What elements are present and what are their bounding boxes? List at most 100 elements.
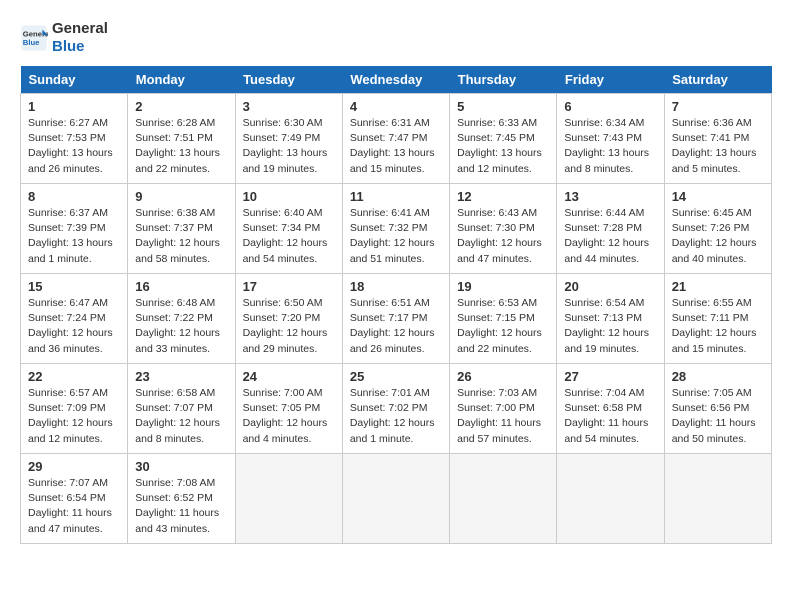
- day-number: 4: [350, 99, 442, 114]
- calendar-cell: 8Sunrise: 6:37 AMSunset: 7:39 PMDaylight…: [21, 184, 128, 274]
- day-detail: Sunrise: 6:30 AMSunset: 7:49 PMDaylight:…: [243, 116, 335, 177]
- calendar-cell: [235, 454, 342, 544]
- day-detail: Sunrise: 6:45 AMSunset: 7:26 PMDaylight:…: [672, 206, 764, 267]
- day-number: 7: [672, 99, 764, 114]
- calendar-cell: [342, 454, 449, 544]
- day-detail: Sunrise: 6:34 AMSunset: 7:43 PMDaylight:…: [564, 116, 656, 177]
- day-number: 10: [243, 189, 335, 204]
- calendar-cell: 12 Sunrise: 6:43 AMSunset: 7:30 PMDayligh…: [450, 184, 557, 274]
- day-number: 23: [135, 369, 227, 384]
- day-detail: Sunrise: 6:48 AMSunset: 7:22 PMDaylight:…: [135, 296, 227, 357]
- calendar-cell: 22Sunrise: 6:57 AMSunset: 7:09 PMDayligh…: [21, 364, 128, 454]
- day-detail: Sunrise: 6:43 AMSunset: 7:30 PMDaylight:…: [457, 206, 549, 267]
- day-detail: Sunrise: 6:57 AMSunset: 7:09 PMDaylight:…: [28, 386, 120, 447]
- col-header-sunday: Sunday: [21, 66, 128, 94]
- calendar-cell: 21 Sunrise: 6:55 AMSunset: 7:11 PMDayligh…: [664, 274, 771, 364]
- calendar-cell: 5 Sunrise: 6:33 AMSunset: 7:45 PMDaylight…: [450, 94, 557, 184]
- day-detail: Sunrise: 7:05 AMSunset: 6:56 PMDaylight:…: [672, 386, 764, 447]
- calendar-cell: 13Sunrise: 6:44 AMSunset: 7:28 PMDayligh…: [557, 184, 664, 274]
- day-number: 6: [564, 99, 656, 114]
- day-number: 26: [457, 369, 549, 384]
- day-number: 5: [457, 99, 549, 114]
- day-number: 27: [564, 369, 656, 384]
- calendar-table: SundayMondayTuesdayWednesdayThursdayFrid…: [20, 66, 772, 544]
- calendar-cell: 30 Sunrise: 7:08 AMSunset: 6:52 PMDayligh…: [128, 454, 235, 544]
- day-number: 2: [135, 99, 227, 114]
- day-number: 1: [28, 99, 120, 114]
- calendar-cell: 9Sunrise: 6:38 AMSunset: 7:37 PMDaylight…: [128, 184, 235, 274]
- svg-text:Blue: Blue: [23, 38, 40, 47]
- col-header-tuesday: Tuesday: [235, 66, 342, 94]
- calendar-cell: 3 Sunrise: 6:30 AMSunset: 7:49 PMDaylight…: [235, 94, 342, 184]
- day-number: 13: [564, 189, 656, 204]
- col-header-friday: Friday: [557, 66, 664, 94]
- day-number: 12: [457, 189, 549, 204]
- calendar-cell: 20 Sunrise: 6:54 AMSunset: 7:13 PMDayligh…: [557, 274, 664, 364]
- calendar-cell: 17 Sunrise: 6:50 AMSunset: 7:20 PMDayligh…: [235, 274, 342, 364]
- day-detail: Sunrise: 6:54 AMSunset: 7:13 PMDaylight:…: [564, 296, 656, 357]
- day-number: 15: [28, 279, 120, 294]
- day-detail: Sunrise: 6:47 AMSunset: 7:24 PMDaylight:…: [28, 296, 120, 357]
- day-detail: Sunrise: 6:40 AMSunset: 7:34 PMDaylight:…: [243, 206, 335, 267]
- calendar-cell: 16 Sunrise: 6:48 AMSunset: 7:22 PMDayligh…: [128, 274, 235, 364]
- day-number: 20: [564, 279, 656, 294]
- day-detail: Sunrise: 6:33 AMSunset: 7:45 PMDaylight:…: [457, 116, 549, 177]
- logo-text-line2: Blue: [52, 38, 108, 56]
- day-detail: Sunrise: 7:04 AMSunset: 6:58 PMDaylight:…: [564, 386, 656, 447]
- calendar-row: 22Sunrise: 6:57 AMSunset: 7:09 PMDayligh…: [21, 364, 772, 454]
- logo-icon: General Blue: [20, 24, 48, 52]
- day-detail: Sunrise: 7:01 AMSunset: 7:02 PMDaylight:…: [350, 386, 442, 447]
- calendar-cell: [557, 454, 664, 544]
- day-number: 3: [243, 99, 335, 114]
- logo: General Blue General Blue: [20, 20, 108, 56]
- calendar-cell: [450, 454, 557, 544]
- calendar-cell: 14 Sunrise: 6:45 AMSunset: 7:26 PMDayligh…: [664, 184, 771, 274]
- day-detail: Sunrise: 6:55 AMSunset: 7:11 PMDaylight:…: [672, 296, 764, 357]
- day-number: 16: [135, 279, 227, 294]
- calendar-cell: 23 Sunrise: 6:58 AMSunset: 7:07 PMDayligh…: [128, 364, 235, 454]
- calendar-cell: 15 Sunrise: 6:47 AMSunset: 7:24 PMDayligh…: [21, 274, 128, 364]
- day-number: 17: [243, 279, 335, 294]
- calendar-cell: 28Sunrise: 7:05 AMSunset: 6:56 PMDayligh…: [664, 364, 771, 454]
- col-header-thursday: Thursday: [450, 66, 557, 94]
- col-header-saturday: Saturday: [664, 66, 771, 94]
- day-detail: Sunrise: 6:31 AMSunset: 7:47 PMDaylight:…: [350, 116, 442, 177]
- column-headers: SundayMondayTuesdayWednesdayThursdayFrid…: [21, 66, 772, 94]
- calendar-row: 29 Sunrise: 7:07 AMSunset: 6:54 PMDayligh…: [21, 454, 772, 544]
- calendar-cell: 19Sunrise: 6:53 AMSunset: 7:15 PMDayligh…: [450, 274, 557, 364]
- day-number: 21: [672, 279, 764, 294]
- day-detail: Sunrise: 6:58 AMSunset: 7:07 PMDaylight:…: [135, 386, 227, 447]
- day-number: 30: [135, 459, 227, 474]
- calendar-cell: [664, 454, 771, 544]
- calendar-cell: 4 Sunrise: 6:31 AMSunset: 7:47 PMDaylight…: [342, 94, 449, 184]
- calendar-row: 8Sunrise: 6:37 AMSunset: 7:39 PMDaylight…: [21, 184, 772, 274]
- calendar-cell: 25 Sunrise: 7:01 AMSunset: 7:02 PMDayligh…: [342, 364, 449, 454]
- calendar-row: 1 Sunrise: 6:27 AMSunset: 7:53 PMDaylight…: [21, 94, 772, 184]
- calendar-cell: 24 Sunrise: 7:00 AMSunset: 7:05 PMDayligh…: [235, 364, 342, 454]
- day-number: 14: [672, 189, 764, 204]
- calendar-cell: 6 Sunrise: 6:34 AMSunset: 7:43 PMDaylight…: [557, 94, 664, 184]
- day-detail: Sunrise: 6:51 AMSunset: 7:17 PMDaylight:…: [350, 296, 442, 357]
- day-detail: Sunrise: 6:41 AMSunset: 7:32 PMDaylight:…: [350, 206, 442, 267]
- day-number: 8: [28, 189, 120, 204]
- calendar-cell: 10 Sunrise: 6:40 AMSunset: 7:34 PMDayligh…: [235, 184, 342, 274]
- day-detail: Sunrise: 7:08 AMSunset: 6:52 PMDaylight:…: [135, 476, 227, 537]
- calendar-cell: 27 Sunrise: 7:04 AMSunset: 6:58 PMDayligh…: [557, 364, 664, 454]
- day-number: 24: [243, 369, 335, 384]
- day-detail: Sunrise: 7:00 AMSunset: 7:05 PMDaylight:…: [243, 386, 335, 447]
- day-detail: Sunrise: 6:50 AMSunset: 7:20 PMDaylight:…: [243, 296, 335, 357]
- calendar-cell: 2Sunrise: 6:28 AMSunset: 7:51 PMDaylight…: [128, 94, 235, 184]
- day-detail: Sunrise: 7:07 AMSunset: 6:54 PMDaylight:…: [28, 476, 120, 537]
- col-header-monday: Monday: [128, 66, 235, 94]
- day-number: 25: [350, 369, 442, 384]
- day-detail: Sunrise: 6:27 AMSunset: 7:53 PMDaylight:…: [28, 116, 120, 177]
- logo-text-line1: General: [52, 20, 108, 38]
- day-number: 19: [457, 279, 549, 294]
- calendar-cell: 7 Sunrise: 6:36 AMSunset: 7:41 PMDaylight…: [664, 94, 771, 184]
- day-detail: Sunrise: 6:38 AMSunset: 7:37 PMDaylight:…: [135, 206, 227, 267]
- page-header: General Blue General Blue: [20, 20, 772, 56]
- day-detail: Sunrise: 6:36 AMSunset: 7:41 PMDaylight:…: [672, 116, 764, 177]
- calendar-cell: 18Sunrise: 6:51 AMSunset: 7:17 PMDayligh…: [342, 274, 449, 364]
- day-number: 11: [350, 189, 442, 204]
- day-number: 29: [28, 459, 120, 474]
